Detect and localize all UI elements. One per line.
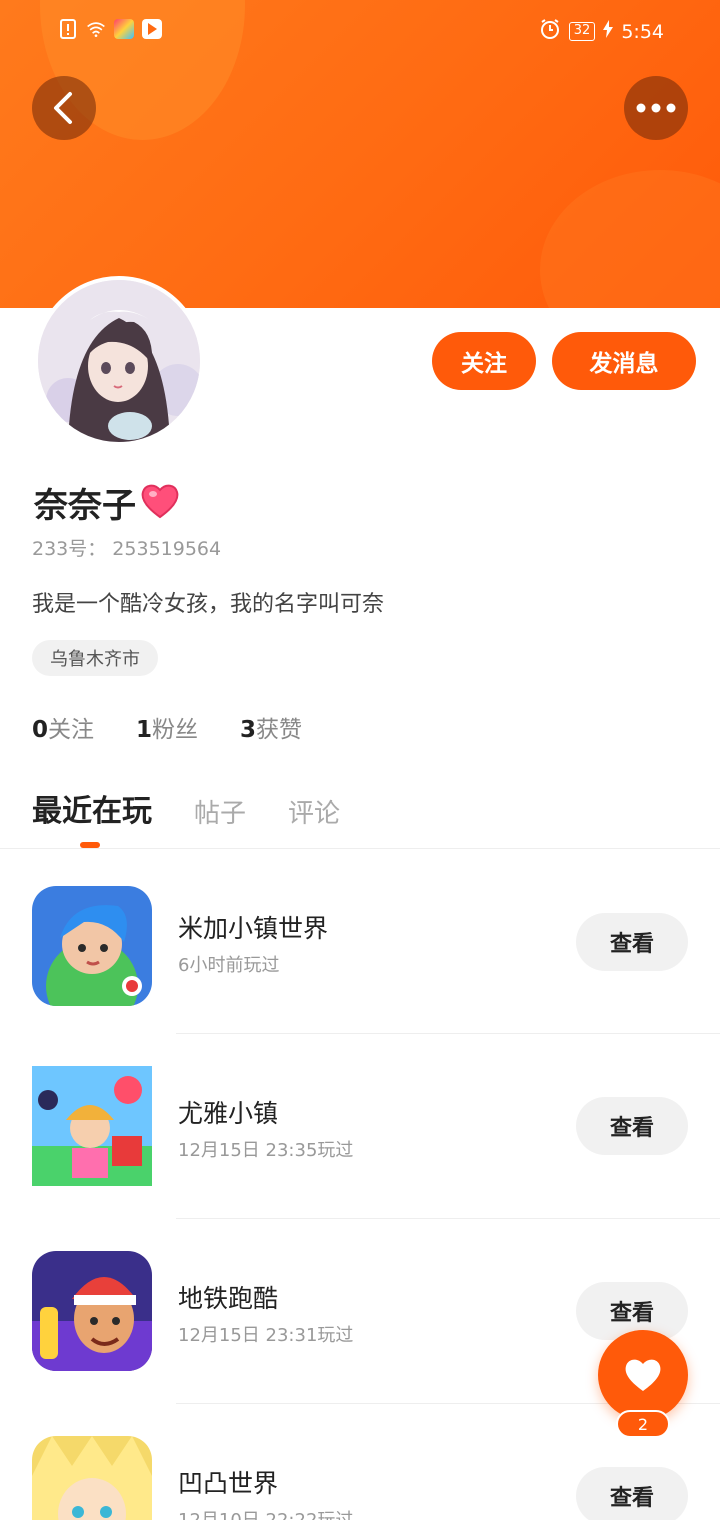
tab-comments[interactable]: 评论 [288, 793, 340, 830]
like-button[interactable] [598, 1330, 688, 1420]
wifi-icon [86, 18, 106, 40]
status-bar: 32 5:54 [0, 0, 720, 60]
like-count-badge: 2 [616, 1410, 670, 1438]
stat-label: 关注 [48, 717, 95, 743]
status-time: 5:54 [621, 20, 664, 43]
heart-icon [140, 482, 180, 524]
alert-icon [58, 18, 78, 40]
status-right-icons: 32 5:54 [539, 18, 664, 45]
view-button[interactable]: 查看 [576, 913, 688, 971]
more-button[interactable] [624, 76, 688, 140]
banner-decoration [540, 170, 720, 308]
profile-tabs: 最近在玩 帖子 评论 [32, 786, 340, 830]
name-row: 奈奈子 [34, 478, 180, 527]
tab-posts[interactable]: 帖子 [194, 793, 246, 830]
tab-recently-played[interactable]: 最近在玩 [32, 786, 152, 830]
stat-label: 获赞 [256, 717, 303, 743]
last-played-time: 12月15日 23:35玩过 [178, 1140, 354, 1161]
stat-count: 3 [240, 717, 257, 743]
stat-likes[interactable]: 3获赞 [240, 710, 302, 744]
game-title: 米加小镇世界 [178, 914, 329, 943]
user-id: 233号： 253519564 [32, 538, 222, 560]
list-item[interactable]: 凹凸世界 12月10日 22:22玩过 查看 [0, 1404, 720, 1520]
back-button[interactable] [32, 76, 96, 140]
game-icon [32, 1066, 152, 1186]
follow-button[interactable]: 关注 [432, 332, 536, 390]
last-played-time: 6小时前玩过 [178, 955, 280, 976]
view-button[interactable]: 查看 [576, 1097, 688, 1155]
stat-following[interactable]: 0关注 [32, 710, 94, 744]
stat-count: 1 [136, 717, 153, 743]
last-played-time: 12月10日 22:22玩过 [178, 1506, 353, 1520]
profile-name: 奈奈子 [34, 486, 136, 526]
battery-level: 32 [568, 22, 596, 41]
location-tag: 乌鲁木齐市 [32, 640, 158, 676]
game-title: 凹凸世界 [178, 1469, 279, 1498]
game-title: 尤雅小镇 [178, 1099, 279, 1128]
app-icon-2 [142, 19, 162, 39]
more-dots-icon [636, 103, 676, 113]
profile-stats: 0关注 1粉丝 3获赞 [32, 710, 302, 744]
profile-bio: 我是一个酷冷女孩，我的名字叫可奈 [32, 592, 385, 617]
status-left-icons [58, 18, 162, 40]
charging-icon [603, 20, 614, 43]
send-message-button[interactable]: 发消息 [552, 332, 696, 390]
stat-label: 粉丝 [152, 717, 199, 743]
list-item[interactable]: 尤雅小镇 12月15日 23:35玩过 查看 [0, 1034, 720, 1219]
view-button[interactable]: 查看 [576, 1467, 688, 1520]
stat-count: 0 [32, 717, 49, 743]
app-icon-1 [114, 19, 134, 39]
last-played-time: 12月15日 23:31玩过 [178, 1325, 354, 1346]
avatar[interactable] [34, 276, 204, 446]
list-item[interactable]: 米加小镇世界 6小时前玩过 查看 [0, 849, 720, 1034]
chevron-left-icon [54, 92, 72, 124]
game-title: 地铁跑酷 [178, 1284, 279, 1313]
game-icon [32, 1251, 152, 1371]
heart-icon [625, 1359, 661, 1391]
game-icon [32, 886, 152, 1006]
stat-fans[interactable]: 1粉丝 [136, 710, 198, 744]
alarm-icon [539, 18, 561, 45]
game-icon [32, 1436, 152, 1520]
